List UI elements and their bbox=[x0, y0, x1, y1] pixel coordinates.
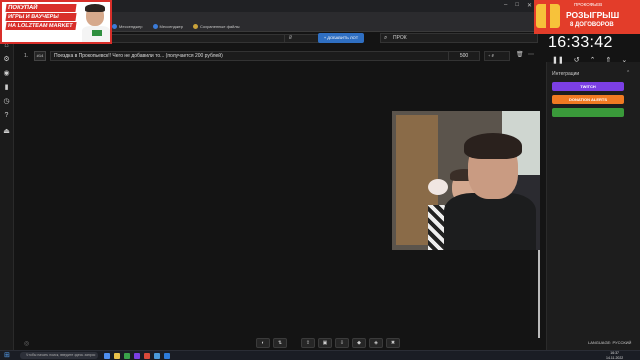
bookmark-item[interactable]: Мессенджер bbox=[112, 24, 143, 29]
drop-icon[interactable]: ◆ bbox=[352, 338, 366, 348]
clock: 16:37 14.11.2022 bbox=[606, 351, 623, 360]
promo-badge bbox=[92, 30, 102, 36]
promo-banner-right: ПРОКОФЬЕВ РОЗЫГРЫШ 8 ДОГОВОРОВ bbox=[534, 0, 640, 34]
history-icon[interactable]: ◷ bbox=[3, 98, 10, 105]
lot-index: 1. bbox=[24, 53, 29, 59]
promo-line-2: ИГРЫ И ВАУЧЕРЫ bbox=[5, 13, 77, 21]
promo-giveaway-title: РОЗЫГРЫШ bbox=[566, 10, 620, 20]
promo-person-hair bbox=[85, 4, 105, 12]
webcam-overlay bbox=[392, 111, 540, 250]
messenger-icon bbox=[152, 24, 158, 29]
gift-icon bbox=[536, 4, 560, 28]
sidebar: ⌂ ⚙ ◉ ▮ ◷ ? ⏏ bbox=[0, 32, 14, 350]
webcam-lamp bbox=[428, 179, 448, 195]
taskbar-search[interactable]: Чтобы начать поиск, введите здесь запрос bbox=[20, 352, 98, 359]
minimize-icon[interactable]: – bbox=[504, 2, 507, 9]
save-icon[interactable]: ▣ bbox=[318, 338, 332, 348]
twitch-app-icon[interactable] bbox=[134, 353, 140, 359]
folder-icon[interactable] bbox=[114, 353, 120, 359]
donation-alerts-button[interactable]: DONATION ALERTS bbox=[552, 95, 624, 104]
webcam-person-1-hair bbox=[464, 133, 522, 159]
lot-name-input[interactable]: Поездка в Прокопьевск!! Чего не добавили… bbox=[50, 51, 460, 61]
right-panel bbox=[546, 62, 640, 350]
sound-icon[interactable]: ◎ bbox=[24, 340, 29, 347]
palette-icon[interactable]: ◉ bbox=[3, 70, 10, 77]
app-icon[interactable] bbox=[104, 353, 110, 359]
chevron-up-icon[interactable]: ⌃ bbox=[590, 56, 596, 64]
bookmark-item[interactable]: Сохраненные файлы bbox=[193, 24, 240, 29]
bottom-toolbar: ◐ ⇅ ⇪ ▣ ⇩ ◆ ◈ ✖ bbox=[256, 338, 400, 348]
sort-icon[interactable]: ⇅ bbox=[273, 338, 287, 348]
webcam-person-1-body bbox=[444, 193, 536, 250]
fill-icon[interactable]: ◈ bbox=[369, 338, 383, 348]
promo-line-3: НА LOLZTEAM MARKET bbox=[5, 22, 77, 30]
vertical-divider bbox=[538, 250, 540, 338]
windows-start-icon[interactable]: ⊞ bbox=[4, 352, 10, 360]
search-value: ПРОК bbox=[393, 35, 407, 41]
timer-display: 16:33:42 bbox=[548, 34, 613, 51]
lot-id-badge: #14 bbox=[34, 51, 46, 61]
language-selector[interactable]: LANGUAGE: РУССКИЙ bbox=[588, 340, 631, 345]
promo-person-image bbox=[82, 4, 110, 42]
upload-icon[interactable]: ⇪ bbox=[301, 338, 315, 348]
clock-date: 14.11.2022 bbox=[606, 355, 624, 360]
github-icon[interactable]: ◐ bbox=[256, 338, 270, 348]
delete-all-icon[interactable]: ✖ bbox=[386, 338, 400, 348]
double-chevron-up-icon[interactable]: ⇑ bbox=[605, 56, 611, 64]
close-icon[interactable]: ✕ bbox=[527, 2, 532, 9]
integrations-title: Интеграции bbox=[552, 71, 580, 77]
lot-amount-input[interactable]: 500 bbox=[448, 51, 480, 61]
app-icon[interactable] bbox=[144, 353, 150, 359]
promo-small-text: ПРОКОФЬЕВ bbox=[574, 2, 603, 7]
promo-banner-left: ПОКУПАЙ ИГРЫ И ВАУЧЕРЫ НА LOLZTEAM MARKE… bbox=[0, 0, 112, 44]
twitch-button[interactable]: TWITCH bbox=[552, 82, 624, 91]
maximize-icon[interactable]: □ bbox=[515, 2, 519, 9]
help-icon[interactable]: ? bbox=[3, 112, 10, 119]
screen: – □ ✕ Мессенджер Мессенджер Сохраненные … bbox=[0, 0, 640, 360]
search-icon: ⌕ bbox=[384, 35, 388, 41]
promo-giveaway-subtitle: 8 ДОГОВОРОВ bbox=[570, 22, 614, 28]
messenger-icon bbox=[112, 24, 117, 29]
saved-files-icon bbox=[193, 24, 198, 29]
integration-button[interactable] bbox=[552, 108, 624, 117]
chevron-down-icon[interactable]: ⌄ bbox=[621, 56, 627, 64]
search-input[interactable]: ⌕ ПРОК bbox=[380, 33, 538, 43]
lot-row: 1. #14 Поездка в Прокопьевск!! Чего не д… bbox=[18, 50, 538, 63]
promo-line-1: ПОКУПАЙ bbox=[5, 4, 77, 12]
pause-icon[interactable]: ❚❚ bbox=[552, 56, 564, 64]
os-taskbar: ⊞ Чтобы начать поиск, введите здесь запр… bbox=[0, 350, 640, 360]
add-lot-button[interactable]: + ДОБАВИТЬ ЛОТ bbox=[318, 33, 364, 43]
window-controls: – □ ✕ bbox=[504, 2, 532, 9]
reset-icon[interactable]: ↺ bbox=[574, 56, 580, 64]
app-icon[interactable] bbox=[124, 353, 130, 359]
wheel-icon[interactable]: ⏏ bbox=[3, 128, 10, 135]
telegram-icon[interactable] bbox=[154, 353, 160, 359]
taskbar-apps bbox=[104, 353, 170, 359]
gear-icon[interactable]: ⚙ bbox=[3, 56, 10, 63]
download-icon[interactable]: ⇩ bbox=[335, 338, 349, 348]
promo-banner-text: ПОКУПАЙ ИГРЫ И ВАУЧЕРЫ НА LOLZTEAM MARKE… bbox=[5, 4, 77, 31]
lot-add-amount-input[interactable]: + ₽ bbox=[484, 51, 510, 61]
browser-icon[interactable] bbox=[164, 353, 170, 359]
stats-icon[interactable]: ▮ bbox=[3, 84, 10, 91]
timer-controls: ❚❚ ↺ ⌃ ⇑ ⌄ bbox=[552, 56, 627, 64]
more-icon[interactable]: ⋯ bbox=[528, 51, 534, 58]
chevron-up-icon[interactable]: ⌃ bbox=[626, 70, 630, 76]
bookmark-item[interactable]: Мессенджер bbox=[152, 24, 183, 29]
trash-icon[interactable]: 🗑 bbox=[516, 51, 524, 58]
